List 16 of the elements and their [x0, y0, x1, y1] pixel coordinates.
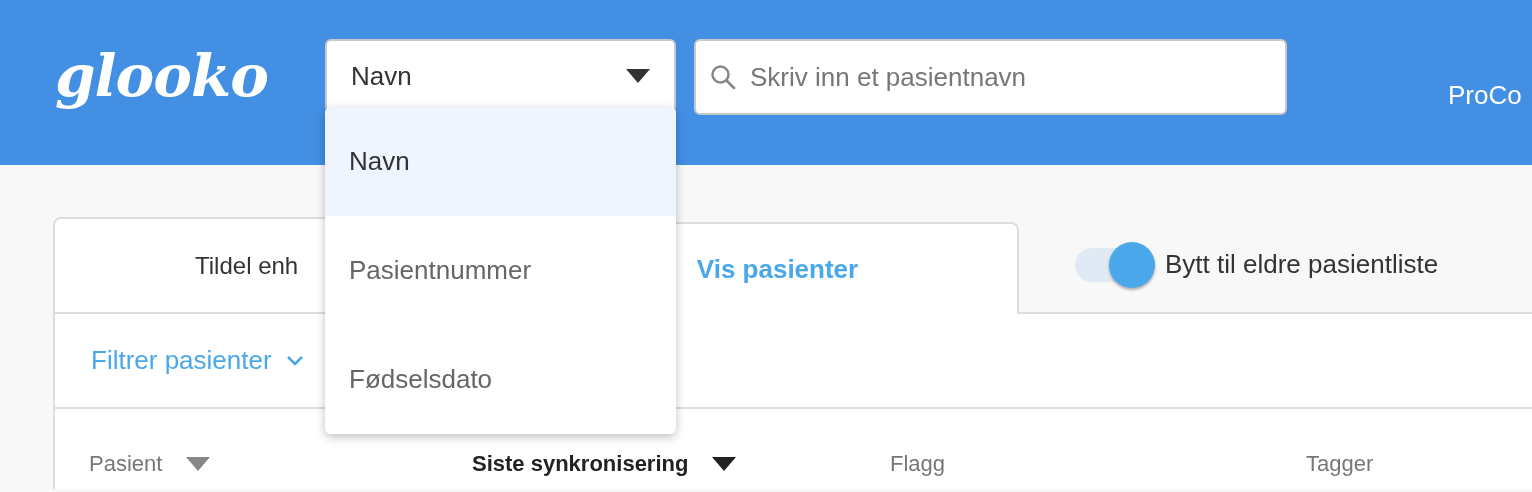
column-header[interactable]: Siste synkronisering — [472, 451, 689, 477]
dropdown-option[interactable]: Pasientnummer — [325, 216, 676, 325]
chevron-icon — [285, 354, 304, 367]
dropdown-option[interactable]: Navn — [325, 107, 676, 216]
column-header[interactable]: Flagg — [890, 451, 946, 477]
sort-icon[interactable] — [712, 457, 737, 471]
dropdown-option[interactable]: Fødselsdato — [325, 325, 676, 434]
toggle-switch[interactable] — [1075, 241, 1155, 288]
caret-icon — [626, 69, 650, 83]
column-header[interactable]: Tagger — [1306, 451, 1374, 477]
logo: glooko — [55, 41, 269, 111]
toggle-label: Bytt til eldre pasientliste — [1165, 249, 1439, 280]
search-icon — [710, 64, 736, 90]
column-header[interactable]: Pasient — [89, 451, 163, 477]
user-name[interactable]: ProCo — [1448, 80, 1522, 111]
search-bar[interactable]: Skriv inn et pasientnavn — [694, 39, 1287, 115]
